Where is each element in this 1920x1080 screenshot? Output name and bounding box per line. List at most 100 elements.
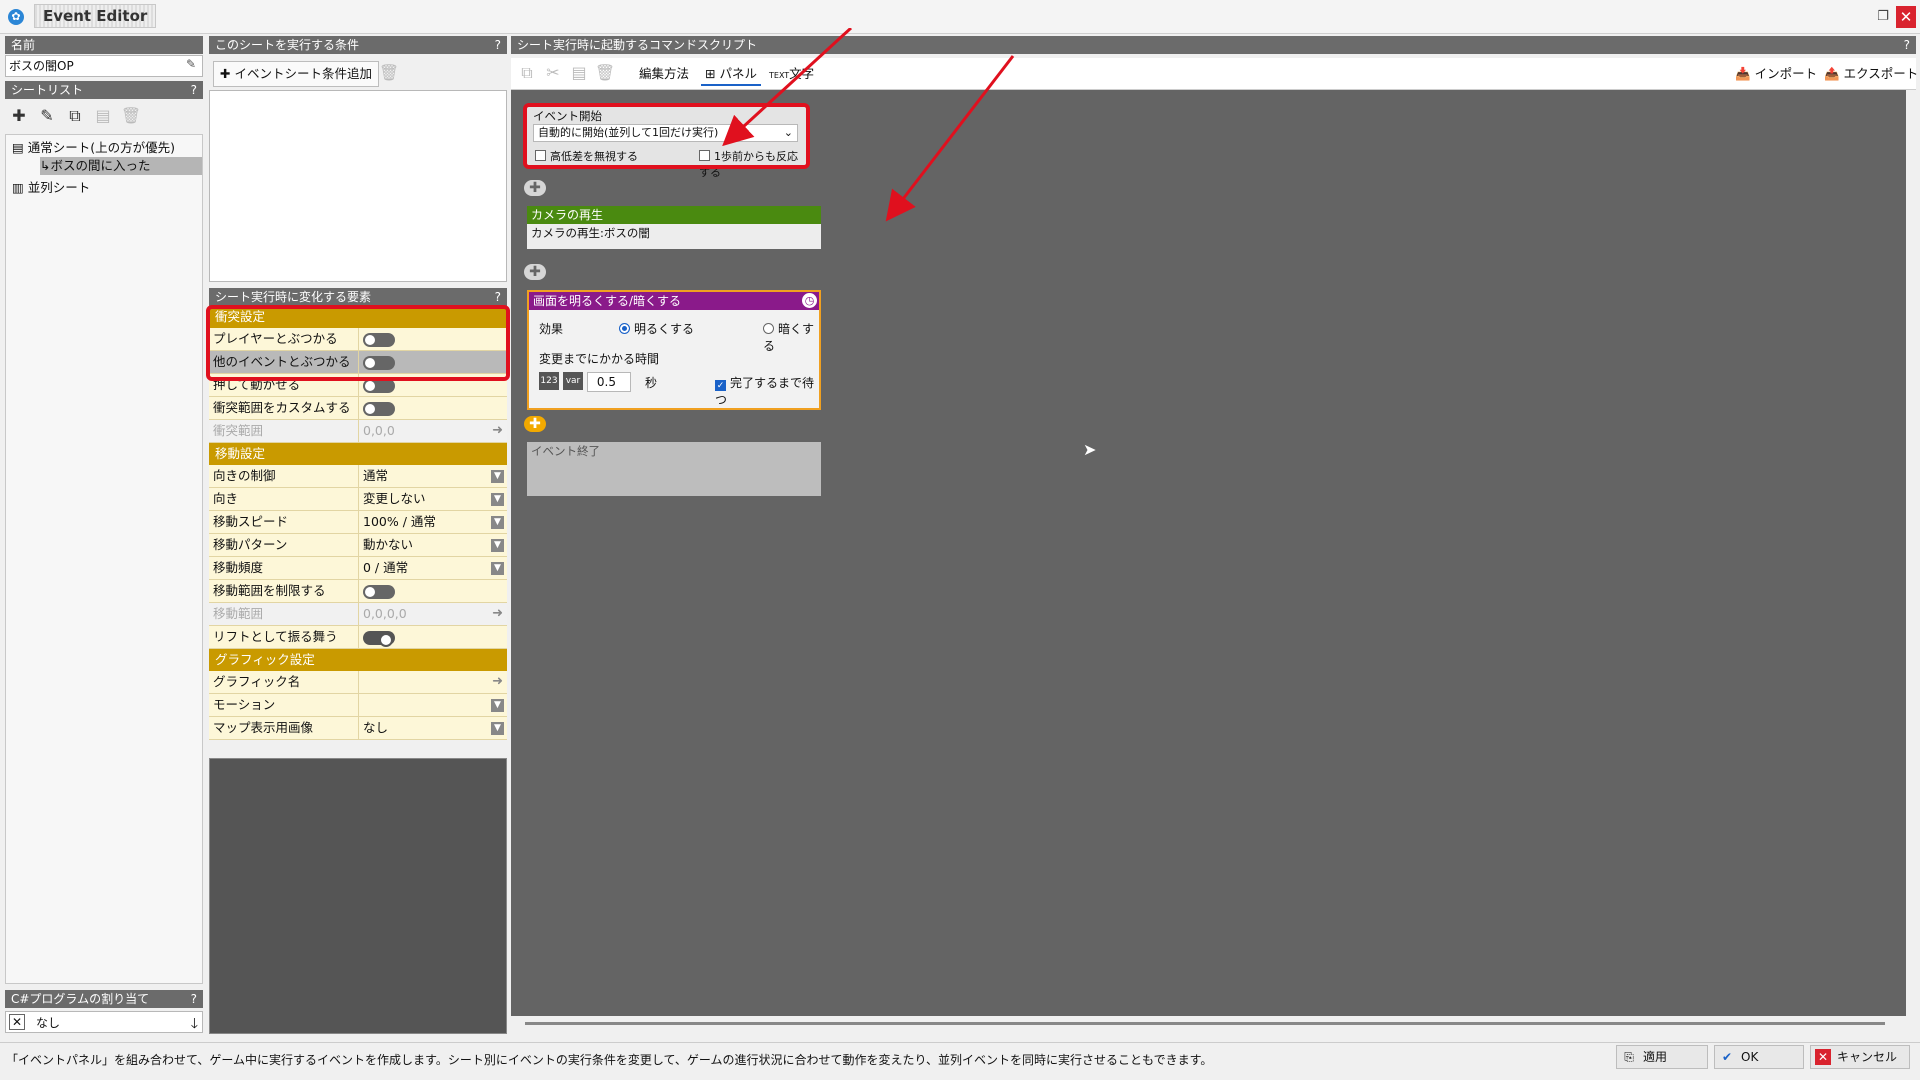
panel-event-end[interactable]: イベント終了 [527,442,821,496]
tree-item-parallel[interactable]: ▥ 並列シート [12,179,90,197]
pencil-icon[interactable]: ✎ [186,57,196,71]
prop-row[interactable]: 向き 変更しない ▼ [209,488,507,511]
prop-row[interactable]: 衝突範囲をカスタムする [209,397,507,420]
arrow-right-icon[interactable]: ➜ [492,420,503,442]
sheetlist-label: シートリスト? [5,81,203,99]
delete-icon[interactable]: 🗑 [377,62,401,86]
horizontal-scrollbar[interactable] [525,1022,1885,1025]
prop-row[interactable]: 衝突範囲 0,0,0 ➜ [209,420,507,443]
sheet-icon: ▤ [12,140,24,155]
prop-row[interactable]: 移動スピード 100% / 通常 ▼ [209,511,507,534]
close-icon[interactable]: ✕ [1896,6,1916,28]
help-icon[interactable]: ? [191,990,197,1008]
prop-key: 移動頻度 [209,557,359,579]
ok-button[interactable]: ✔ OK [1714,1045,1804,1069]
toggle-switch[interactable] [363,631,395,647]
toggle-switch[interactable] [363,585,395,599]
tree-item-boss-room[interactable]: ↳ボスの間に入った [40,157,202,175]
check-icon: ✔ [1721,1050,1733,1064]
name-label: 名前 [5,36,203,54]
prop-row[interactable]: モーション ▼ [209,694,507,717]
import-icon: 📥 [1735,66,1751,81]
gear-icon: ✿ [8,9,24,25]
wait-checkbox[interactable]: ✓ 完了するまで待つ [715,374,819,408]
add-icon[interactable]: ✚ [7,105,31,129]
prop-key: 衝突範囲をカスタムする [209,397,359,419]
prop-row[interactable]: グラフィック名 ➜ [209,671,507,694]
unit-label: 秒 [645,376,658,390]
prop-value: なし [363,720,389,735]
csharp-label: C#プログラムの割り当て? [5,990,203,1008]
paste-icon[interactable]: ▤ [91,105,115,129]
arrow-right-icon[interactable]: ➜ [492,671,503,693]
name-field[interactable]: ボスの闇OP [5,55,203,77]
toggle-switch[interactable] [363,402,395,416]
changes-label: シート実行時に変化する要素? [209,288,507,306]
prop-key: マップ表示用画像 [209,717,359,739]
dropdown-icon[interactable]: ▼ [491,493,504,506]
variable-mode-icon[interactable]: var [563,372,583,390]
script-canvas[interactable]: イベント開始 自動的に開始(並列して1回だけ実行) ⌄ 高低差を無視する 1歩前か… [511,28,1906,1016]
prop-key: 移動パターン [209,534,359,556]
prop-key: グラフィック名 [209,671,359,693]
help-icon[interactable]: ? [495,288,501,306]
arrow-right-icon[interactable]: ➜ [492,603,503,625]
prop-row[interactable]: 移動範囲 0,0,0,0 ➜ [209,603,507,626]
csharp-value: なし [36,1016,61,1030]
copy-icon[interactable]: ⧉ [63,105,87,129]
dropdown-icon[interactable]: ▼ [491,699,504,712]
export-button[interactable]: 📤 エクスポート [1824,62,1918,86]
apply-icon: ⎘ [1624,1050,1634,1064]
time-label: 変更までにかかる時間 [539,352,660,366]
prop-row[interactable]: 向きの制御 通常 ▼ [209,465,507,488]
clear-icon[interactable]: ✕ [9,1014,25,1030]
arrow-down-icon[interactable]: 🡓 [191,1013,198,1037]
prop-row[interactable]: 移動範囲を制限する [209,580,507,603]
restore-window-icon[interactable]: ❐ [1874,8,1892,26]
help-icon[interactable]: ? [1904,36,1910,54]
conditions-list[interactable] [209,90,507,282]
help-icon[interactable]: ? [191,81,197,99]
dropdown-icon[interactable]: ▼ [491,539,504,552]
prop-value: 0 / 通常 [363,560,409,575]
event-end-label: イベント終了 [531,444,600,458]
prop-row[interactable]: 移動頻度 0 / 通常 ▼ [209,557,507,580]
prop-row[interactable]: マップ表示用画像 なし ▼ [209,717,507,740]
prop-key: 向き [209,488,359,510]
toggle-switch[interactable] [363,379,395,393]
apply-button[interactable]: ⎘ 適用 [1616,1045,1708,1069]
tree-item-normal[interactable]: ▤ 通常シート(上の方が優先) [12,139,175,157]
annotation-arrows [722,28,1015,222]
prop-value: 100% / 通常 [363,514,436,529]
help-icon[interactable]: ? [495,36,501,54]
dropdown-icon[interactable]: ▼ [491,722,504,735]
prop-key: 衝突範囲 [209,420,359,442]
add-condition-button[interactable]: ✚ イベントシート条件追加 [213,61,379,87]
import-button[interactable]: 📥 インポート [1735,62,1817,86]
status-text: 「イベントパネル」を組み合わせて、ゲーム中に実行するイベントを作成します。シート… [6,1053,1213,1067]
number-mode-icon[interactable]: 123 [539,372,559,390]
prop-value: 通常 [363,468,389,483]
prop-key: 移動スピード [209,511,359,533]
dropdown-icon[interactable]: ▼ [491,470,504,483]
prop-key: 向きの制御 [209,465,359,487]
conditions-label: このシートを実行する条件? [209,36,507,54]
section-graphic: グラフィック設定 [209,649,507,671]
vertical-scrollbar[interactable] [1906,90,1916,1016]
sheet-toolbar: ✚ ✎ ⧉ ▤ 🗑 [5,103,203,131]
prop-row[interactable]: 移動パターン 動かない ▼ [209,534,507,557]
prop-value: 0,0,0,0 [363,606,407,621]
edit-icon[interactable]: ✎ [35,105,59,129]
cancel-button[interactable]: ✕ キャンセル [1810,1045,1910,1069]
time-stepper[interactable]: 0.5 [587,372,631,392]
section-movement: 移動設定 [209,443,507,465]
mouse-cursor-icon: ➤ [1083,440,1097,459]
csharp-field[interactable]: ✕ なし 🡓 [5,1011,203,1033]
dropdown-icon[interactable]: ▼ [491,562,504,575]
prop-key: 移動範囲を制限する [209,580,359,602]
prop-row[interactable]: リフトとして振る舞う [209,626,507,649]
delete-icon[interactable]: 🗑 [119,105,143,129]
branch-icon: ↳ [40,158,51,173]
dropdown-icon[interactable]: ▼ [491,516,504,529]
insert-plus-icon[interactable]: ✚ [524,416,546,432]
